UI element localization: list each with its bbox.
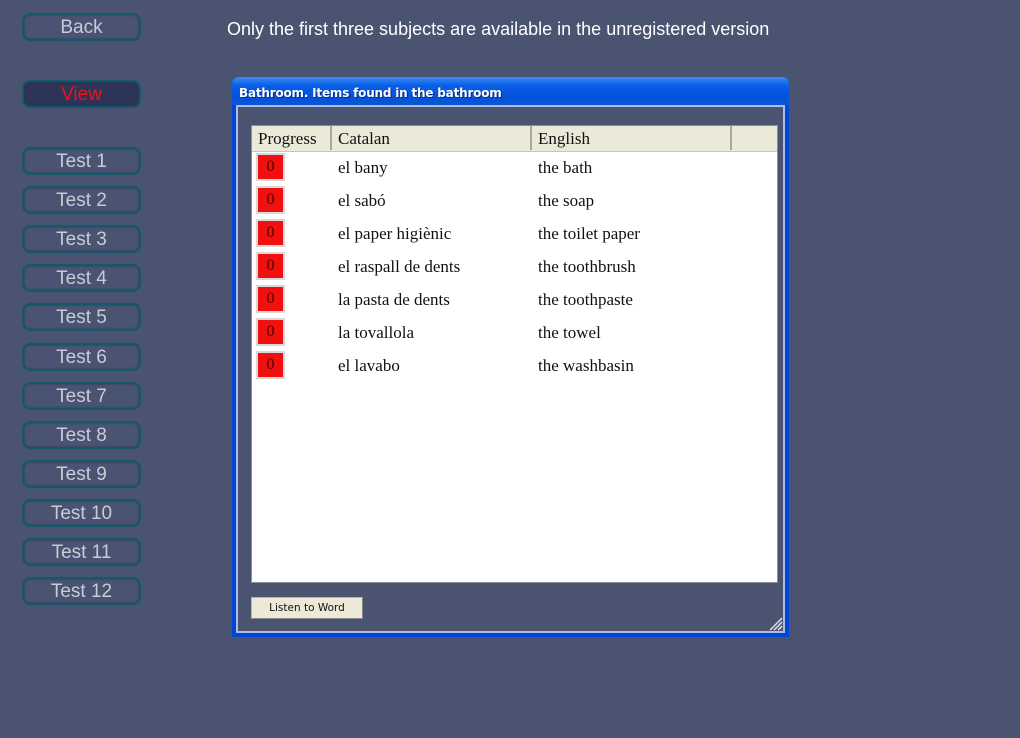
table-row[interactable]: 0 la pasta de dents the toothpaste <box>252 283 777 316</box>
progress-badge: 0 <box>256 153 285 181</box>
vocabulary-list[interactable]: Progress Catalan English 0 el bany the bat… <box>251 125 778 583</box>
catalan-word: el lavabo <box>338 356 400 375</box>
vocabulary-window: Bathroom. Items found in the bathroom Pr… <box>232 77 789 637</box>
english-word: the soap <box>538 191 595 210</box>
table-row[interactable]: 0 el raspall de dents the toothbrush <box>252 250 777 283</box>
window-title: Bathroom. Items found in the bathroom <box>239 86 502 100</box>
catalan-word: el sabó <box>338 191 386 210</box>
catalan-word: el raspall de dents <box>338 257 461 276</box>
english-word: the bath <box>538 158 593 177</box>
test-1-button[interactable]: Test 1 <box>22 147 141 175</box>
english-word: the towel <box>538 323 601 342</box>
list-header: Progress Catalan English <box>252 126 777 152</box>
table-row[interactable]: 0 el paper higiènic the toilet paper <box>252 217 777 250</box>
progress-badge: 0 <box>256 318 285 346</box>
unregistered-notice: Only the first three subjects are availa… <box>227 19 770 39</box>
test-2-button[interactable]: Test 2 <box>22 186 141 214</box>
column-header-catalan[interactable]: Catalan <box>332 126 532 150</box>
back-button[interactable]: Back <box>22 13 141 41</box>
progress-badge: 0 <box>256 285 285 313</box>
column-header-progress[interactable]: Progress <box>252 126 332 150</box>
progress-badge: 0 <box>256 351 285 379</box>
column-header-english[interactable]: English <box>532 126 732 150</box>
catalan-word: la tovallola <box>338 323 415 342</box>
table-row[interactable]: 0 el sabó the soap <box>252 184 777 217</box>
progress-badge: 0 <box>256 219 285 247</box>
test-7-button[interactable]: Test 7 <box>22 382 141 410</box>
window-titlebar[interactable]: Bathroom. Items found in the bathroom <box>232 77 789 105</box>
test-4-button[interactable]: Test 4 <box>22 264 141 292</box>
test-5-button[interactable]: Test 5 <box>22 303 141 331</box>
english-word: the toothpaste <box>538 290 633 309</box>
catalan-word: la pasta de dents <box>338 290 450 309</box>
column-header-empty <box>732 126 777 150</box>
test-6-button[interactable]: Test 6 <box>22 343 141 371</box>
english-word: the toilet paper <box>538 224 640 243</box>
listen-to-word-button[interactable]: Listen to Word <box>251 597 363 619</box>
table-row[interactable]: 0 la tovallola the towel <box>252 316 777 349</box>
catalan-word: el paper higiènic <box>338 224 452 243</box>
test-12-button[interactable]: Test 12 <box>22 577 141 605</box>
progress-badge: 0 <box>256 186 285 214</box>
window-client-area: Progress Catalan English 0 el bany the bat… <box>236 105 785 633</box>
test-11-button[interactable]: Test 11 <box>22 538 141 566</box>
progress-badge: 0 <box>256 252 285 280</box>
test-9-button[interactable]: Test 9 <box>22 460 141 488</box>
english-word: the toothbrush <box>538 257 636 276</box>
catalan-word: el bany <box>338 158 388 177</box>
table-row[interactable]: 0 el lavabo the washbasin <box>252 349 777 382</box>
table-row[interactable]: 0 el bany the bath <box>252 151 777 184</box>
test-3-button[interactable]: Test 3 <box>22 225 141 253</box>
test-10-button[interactable]: Test 10 <box>22 499 141 527</box>
resize-grip-icon[interactable] <box>767 615 783 631</box>
test-8-button[interactable]: Test 8 <box>22 421 141 449</box>
english-word: the washbasin <box>538 356 634 375</box>
view-button[interactable]: View <box>22 80 141 108</box>
